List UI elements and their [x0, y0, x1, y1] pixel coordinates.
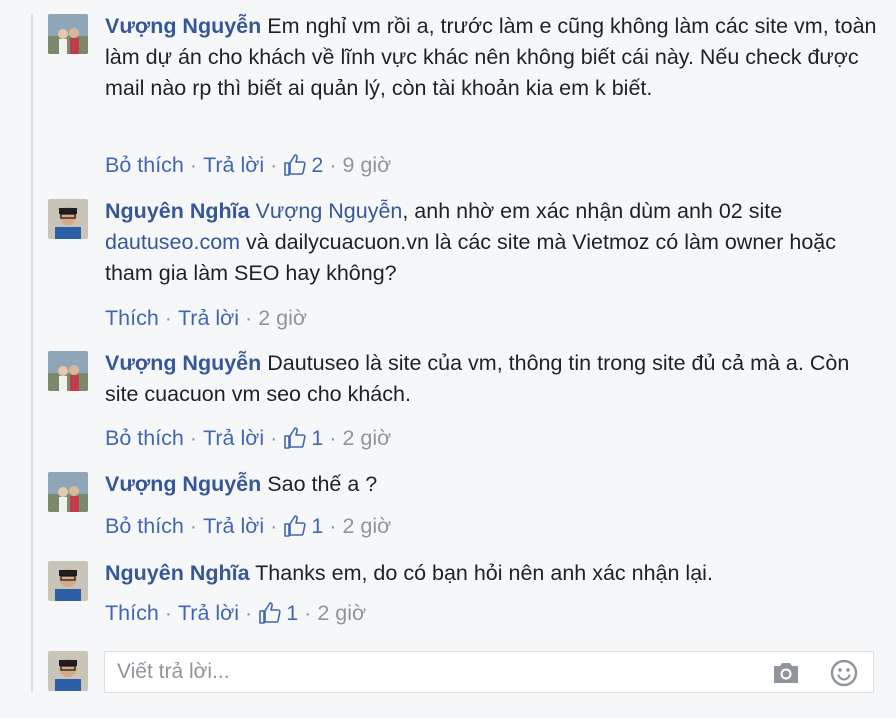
thumbs-up-icon	[284, 515, 306, 537]
comment-actions: Bỏ thích · Trả lời · 1 · 2 giờ	[105, 423, 391, 453]
comment-body: Vượng Nguyễn Em nghỉ vm rồi a, trước làm…	[105, 11, 882, 104]
comment-time[interactable]: 2 giờ	[342, 423, 391, 453]
smile-icon[interactable]	[829, 658, 859, 688]
comment-text: Sao thế a ?	[267, 472, 378, 496]
like-count-value: 1	[311, 426, 324, 450]
comment-text: , anh nhờ em xác nhận dùm anh 02 site	[402, 199, 783, 223]
comment-actions: Thích · Trả lời · 1 · 2 giờ	[105, 598, 366, 628]
like-link[interactable]: Thích	[105, 598, 159, 628]
like-link[interactable]: Thích	[105, 303, 159, 333]
reply-box[interactable]: Viết trả lời...	[104, 651, 874, 693]
like-count[interactable]: 1	[258, 598, 298, 628]
avatar[interactable]	[48, 14, 88, 54]
comment-time[interactable]: 2 giờ	[342, 511, 391, 541]
comment-body: Nguyên Nghĩa Thanks em, do có bạn hỏi nê…	[105, 558, 882, 589]
comment-link[interactable]: dautuseo.com	[105, 230, 240, 254]
comment-body: Nguyên Nghĩa Vượng Nguyễn, anh nhờ em xá…	[105, 196, 882, 289]
like-count[interactable]: 1	[283, 511, 323, 541]
comment-body: Vượng Nguyễn Dautuseo là site của vm, th…	[105, 348, 882, 410]
comment-time[interactable]: 2 giờ	[317, 598, 366, 628]
camera-icon[interactable]	[771, 660, 801, 686]
reply-link[interactable]: Trả lời	[203, 423, 264, 453]
avatar[interactable]	[48, 199, 88, 239]
thumbs-up-icon	[284, 427, 306, 449]
comment-author[interactable]: Nguyên Nghĩa	[105, 561, 250, 585]
unlike-link[interactable]: Bỏ thích	[105, 423, 184, 453]
comment-time[interactable]: 9 giờ	[342, 150, 391, 180]
avatar[interactable]	[48, 351, 88, 391]
reply-link[interactable]: Trả lời	[203, 511, 264, 541]
comment-author[interactable]: Vượng Nguyễn	[105, 351, 261, 375]
comment-author[interactable]: Vượng Nguyễn	[105, 14, 261, 38]
comment-text: Thanks em, do có bạn hỏi nên anh xác nhậ…	[255, 561, 713, 585]
reply-link[interactable]: Trả lời	[178, 303, 239, 333]
unlike-link[interactable]: Bỏ thích	[105, 150, 184, 180]
comment-actions: Bỏ thích · Trả lời · 2 · 9 giờ	[105, 150, 391, 180]
thumbs-up-icon	[259, 602, 281, 624]
avatar[interactable]	[48, 561, 88, 601]
like-count-value: 2	[311, 153, 324, 177]
like-count[interactable]: 1	[283, 423, 323, 453]
comment-author[interactable]: Nguyên Nghĩa	[105, 199, 250, 223]
reply-link[interactable]: Trả lời	[203, 150, 264, 180]
unlike-link[interactable]: Bỏ thích	[105, 511, 184, 541]
like-count-value: 1	[286, 601, 299, 625]
comment-author[interactable]: Vượng Nguyễn	[105, 472, 261, 496]
comment-body: Vượng Nguyễn Sao thế a ?	[105, 469, 882, 500]
like-count-value: 1	[311, 514, 324, 538]
reply-input[interactable]: Viết trả lời...	[117, 652, 737, 692]
composer-avatar	[48, 651, 88, 691]
comment-mention[interactable]: Vượng Nguyễn	[256, 199, 403, 223]
like-count[interactable]: 2	[283, 150, 323, 180]
thumbs-up-icon	[284, 154, 306, 176]
comment-actions: Thích · Trả lời · 2 giờ	[105, 303, 307, 333]
comment-actions: Bỏ thích · Trả lời · 1 · 2 giờ	[105, 511, 391, 541]
avatar[interactable]	[48, 472, 88, 512]
reply-link[interactable]: Trả lời	[178, 598, 239, 628]
thread-line	[31, 14, 33, 692]
comment-time[interactable]: 2 giờ	[258, 303, 307, 333]
